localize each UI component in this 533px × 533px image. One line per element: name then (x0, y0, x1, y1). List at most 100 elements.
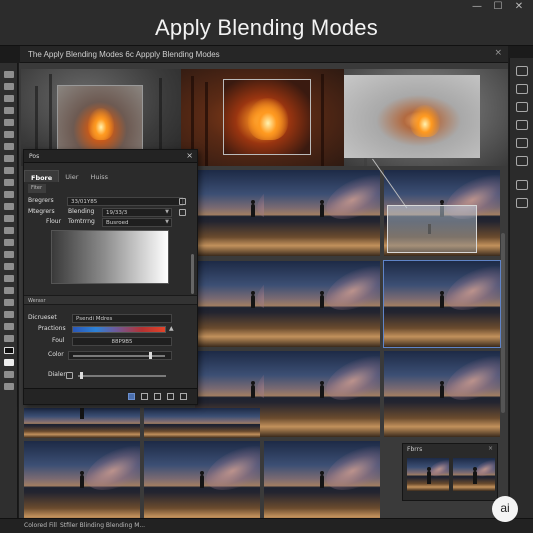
extra-tool-icon[interactable] (4, 323, 14, 330)
dicrueset-value: Psendi Mdres (76, 316, 113, 322)
group-icon[interactable] (167, 393, 174, 400)
path-select-tool-icon[interactable] (4, 251, 14, 258)
color-slider-knob[interactable] (148, 352, 152, 359)
sub-tab-fiter[interactable]: Fiter (28, 184, 46, 193)
eraser-tool-icon[interactable] (4, 179, 14, 186)
row-dialer: Dialer (28, 371, 193, 381)
adjust-icon[interactable] (154, 393, 161, 400)
blend-thumbnail[interactable] (407, 458, 449, 491)
trash-icon[interactable] (180, 393, 187, 400)
tab-fbore[interactable]: Fbore (24, 170, 60, 182)
mtegrers-label: Mtegrers (28, 208, 55, 215)
canvas-scrollbar[interactable] (501, 233, 505, 413)
foul-field[interactable]: 88P9B5 (72, 337, 172, 346)
maximize-icon[interactable]: ☐ (492, 2, 504, 12)
status-right: Stfiler Blinding Blending M... (60, 522, 146, 529)
blend-thumbnail[interactable] (24, 441, 140, 527)
section-header[interactable]: Werasr (24, 295, 197, 305)
checkbox-icon[interactable] (179, 209, 186, 216)
row-dicrueset: Dicrueset Psendi Mdres (28, 314, 193, 324)
minimize-icon[interactable]: — (471, 2, 483, 12)
pen-tool-icon[interactable] (4, 227, 14, 234)
dialer-slider-knob[interactable] (80, 372, 83, 379)
blending-value: 19/33/3 (106, 210, 128, 216)
properties-icon[interactable] (516, 102, 528, 112)
screen-mode-icon[interactable] (4, 383, 14, 390)
section-label: Werasr (28, 298, 46, 304)
zoom-tool-icon[interactable] (4, 287, 14, 294)
gradient-tool-icon[interactable] (4, 191, 14, 198)
ai-badge: ai (492, 496, 518, 522)
gradient-bar[interactable] (72, 326, 166, 333)
status-bar: Colored Fill Stfiler Blinding Blending M… (0, 518, 533, 533)
close-icon[interactable]: × (186, 151, 193, 160)
panel-header[interactable]: Pos × (24, 150, 197, 163)
close-icon[interactable]: × (488, 445, 493, 452)
mini-panel-title: Fbrrs (407, 446, 423, 453)
color-slider[interactable] (68, 351, 172, 360)
move-tool-icon[interactable] (4, 71, 14, 78)
extra-tool-icon[interactable] (4, 299, 14, 306)
blend-thumbnail-selected[interactable] (383, 260, 501, 348)
adjustments-icon[interactable] (516, 84, 528, 94)
left-toolbar (0, 63, 18, 527)
dodge-tool-icon[interactable] (4, 215, 14, 222)
blur-tool-icon[interactable] (4, 203, 14, 210)
new-layer-icon[interactable] (128, 393, 135, 400)
extra-tool-icon[interactable] (4, 335, 14, 342)
history-brush-tool-icon[interactable] (4, 167, 14, 174)
warning-icon: ▲ (169, 325, 174, 332)
floating-layer-preview[interactable] (387, 205, 477, 253)
document-close-icon[interactable]: × (494, 48, 502, 58)
paths-icon[interactable] (516, 138, 528, 148)
background-color-icon[interactable] (4, 359, 14, 366)
gradient-swatch-icon[interactable] (51, 230, 169, 284)
swatches-icon[interactable] (516, 180, 528, 190)
mini-preview-panel: Fbrrs × (402, 443, 498, 501)
blend-thumbnail[interactable] (144, 408, 260, 438)
blend-thumbnail[interactable] (264, 261, 380, 347)
extra-tool-icon[interactable] (4, 311, 14, 318)
hand-tool-icon[interactable] (4, 275, 14, 282)
flour-value: Busroed (106, 220, 129, 226)
tab-uier[interactable]: Uier (59, 170, 84, 182)
bregrers-field[interactable]: 33/01Y85 (67, 197, 183, 206)
tab-huiss[interactable]: Huiss (84, 170, 114, 182)
panel-title: Pos (29, 153, 40, 160)
panel-scrollbar[interactable] (191, 254, 194, 294)
blend-thumbnail[interactable] (264, 351, 380, 437)
blend-thumbnail[interactable] (144, 441, 260, 527)
blending-dropdown[interactable]: 19/33/3 ▼ (102, 208, 172, 217)
blend-thumbnail[interactable] (453, 458, 495, 491)
layers-icon[interactable] (516, 66, 528, 76)
history-icon[interactable] (516, 156, 528, 166)
blend-thumbnail[interactable] (24, 408, 140, 438)
libraries-icon[interactable] (516, 198, 528, 208)
brush-tool-icon[interactable] (4, 143, 14, 150)
bregrers-value: 33/01Y85 (71, 199, 98, 205)
stamp-tool-icon[interactable] (4, 155, 14, 162)
dicrueset-field[interactable]: Psendi Mdres (72, 314, 172, 323)
marquee-tool-icon[interactable] (4, 83, 14, 90)
crop-tool-icon[interactable] (4, 107, 14, 114)
foreground-color-icon[interactable] (4, 347, 14, 354)
lasso-tool-icon[interactable] (4, 95, 14, 102)
blend-thumbnail[interactable] (264, 441, 380, 527)
channels-icon[interactable] (516, 120, 528, 130)
shape-tool-icon[interactable] (4, 263, 14, 270)
close-icon[interactable]: ✕ (513, 2, 525, 12)
flour-dropdown[interactable]: Busroed ▼ (102, 218, 172, 227)
checkbox-icon[interactable] (66, 372, 73, 379)
preview-image-blended (181, 69, 344, 166)
lock-icon[interactable] (179, 198, 186, 205)
dialer-slider-track[interactable] (78, 375, 166, 377)
heal-tool-icon[interactable] (4, 131, 14, 138)
blend-thumbnail[interactable] (384, 351, 500, 437)
row-bregrers: Bregrers 33/01Y85 (28, 197, 193, 207)
document-tab[interactable]: The Apply Blending Modes 6c Appply Blend… (28, 50, 220, 59)
quick-mask-icon[interactable] (4, 371, 14, 378)
type-tool-icon[interactable] (4, 239, 14, 246)
blend-thumbnail[interactable] (264, 170, 380, 256)
eyedropper-tool-icon[interactable] (4, 119, 14, 126)
mask-icon[interactable] (141, 393, 148, 400)
